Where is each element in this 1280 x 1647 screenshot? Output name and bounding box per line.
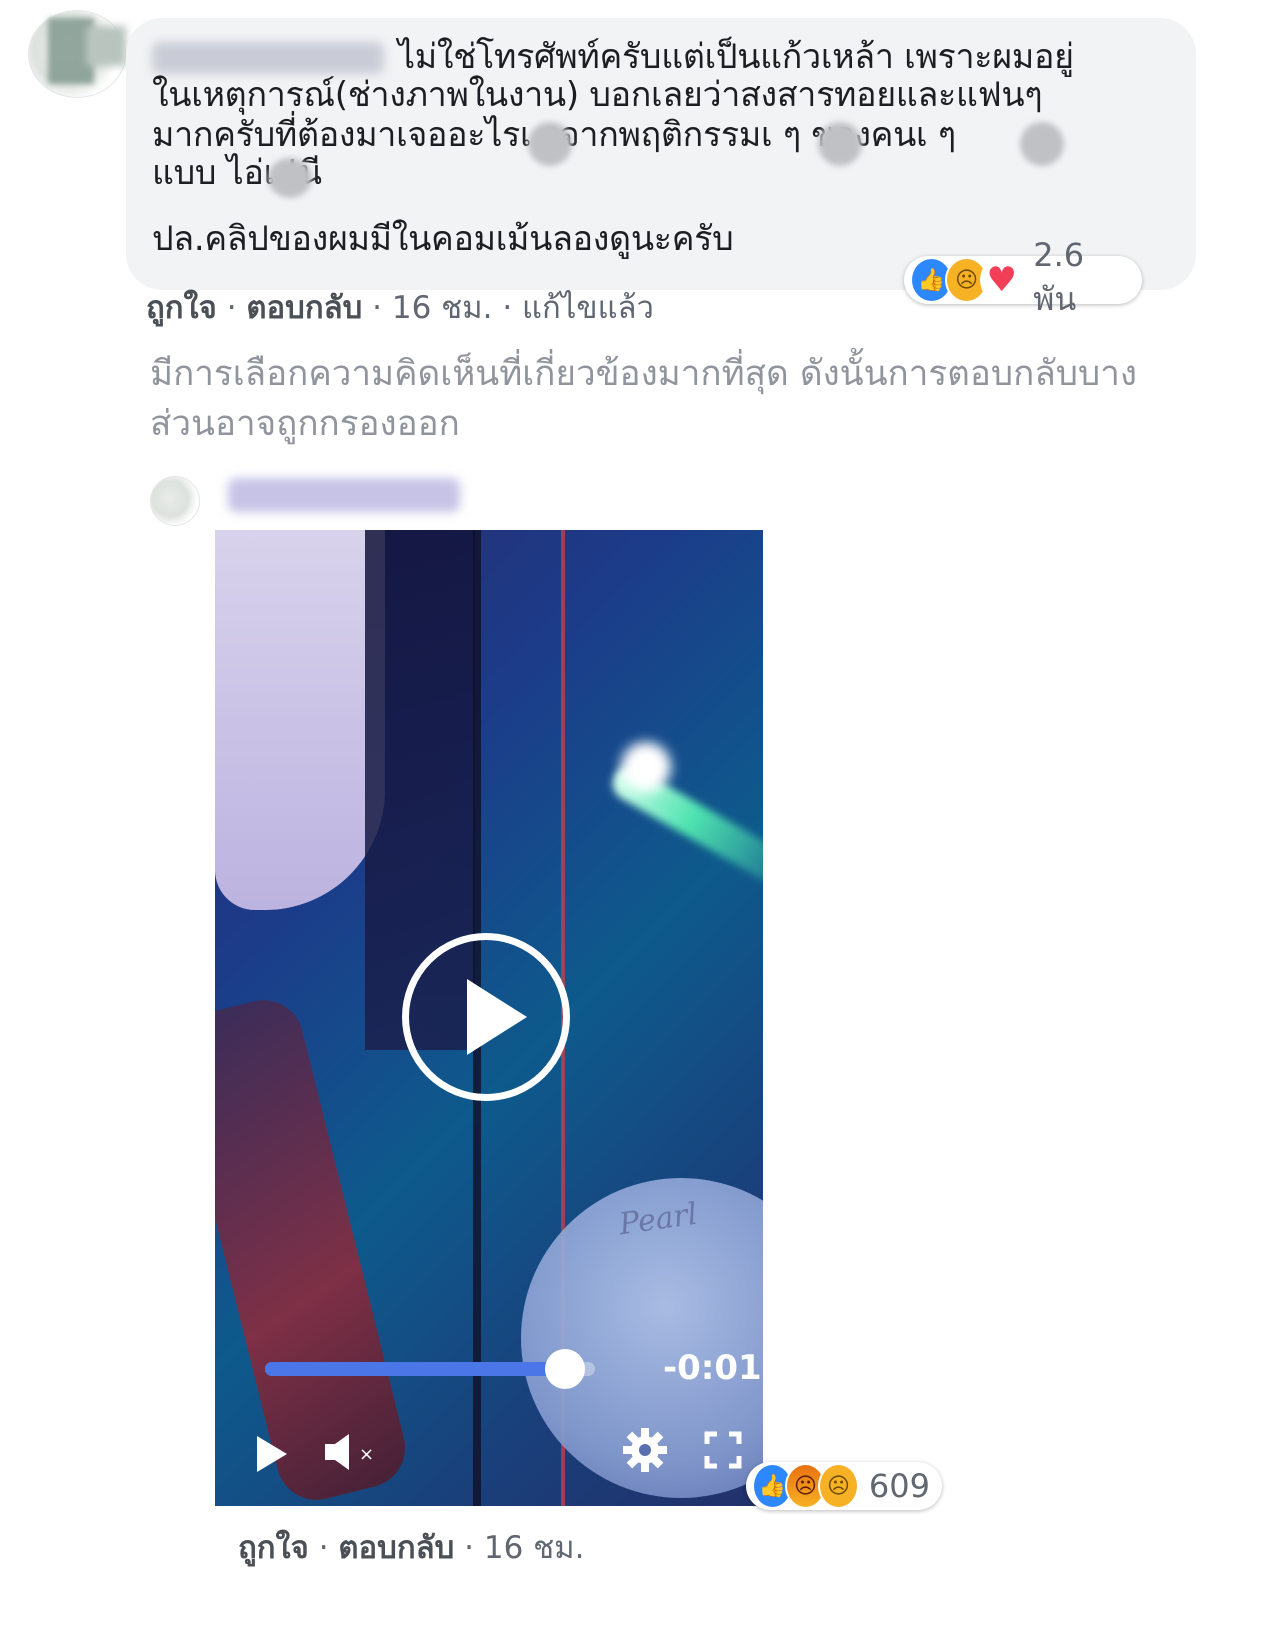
censor-blur <box>528 122 572 166</box>
reply-reactions[interactable]: 👍 ☹ ☹ 609 <box>746 1462 942 1510</box>
comment-reactions[interactable]: 👍 ☹ ♥ 2.6 พัน <box>904 236 1142 318</box>
filter-notice-line-2: ส่วนอาจถูกกรองออก <box>150 404 460 444</box>
video-time-remaining: -0:01 <box>663 1348 762 1388</box>
reply-actions: ถูกใจ · ตอบกลับ · 16 ชม. <box>238 1522 584 1572</box>
settings-gear-icon[interactable] <box>621 1426 669 1474</box>
like-link[interactable]: ถูกใจ <box>146 290 217 326</box>
commenter-name-blurred[interactable] <box>152 42 384 74</box>
reply-timestamp[interactable]: 16 ชม. <box>484 1530 585 1566</box>
video-progress-fill <box>265 1362 566 1376</box>
censor-blur <box>1020 122 1064 166</box>
play-button-large[interactable] <box>402 933 570 1101</box>
reply-link[interactable]: ตอบกลับ <box>246 290 362 326</box>
comment-text-line-1: ไม่ใช่โทรศัพท์ครับแต่เป็นแก้วเหล้า เพราะ… <box>398 37 1074 77</box>
censor-blur <box>818 122 862 166</box>
separator: · <box>492 290 523 326</box>
reply-avatar[interactable] <box>150 476 200 526</box>
reaction-count: 609 <box>868 1467 930 1505</box>
comment-ps: ปล.คลิปของผมมีในคอมเม้นลองดูนะครับ <box>152 219 734 259</box>
play-icon[interactable] <box>257 1436 287 1472</box>
fullscreen-icon[interactable] <box>703 1430 743 1470</box>
comment-timestamp[interactable]: 16 ชม. <box>392 290 493 326</box>
video-scene-guitar <box>215 991 414 1506</box>
volume-muted-icon[interactable]: × <box>323 1430 379 1474</box>
reply-author-blurred[interactable] <box>228 478 460 512</box>
separator: · <box>362 290 392 326</box>
sad-icon: ☹ <box>817 1463 859 1509</box>
video-scene-light <box>621 742 671 792</box>
video-scene-figure <box>215 530 385 910</box>
comment-actions: ถูกใจ · ตอบกลับ · 16 ชม. · แก้ไขแล้ว <box>146 282 654 332</box>
like-link[interactable]: ถูกใจ <box>238 1530 309 1566</box>
censor-blur <box>268 158 312 198</box>
reply-link[interactable]: ตอบกลับ <box>338 1530 454 1566</box>
love-icon: ♥ <box>980 257 1024 303</box>
filter-notice-line-1: มีการเลือกความคิดเห็นที่เกี่ยวข้องมากที่… <box>150 354 1137 394</box>
separator: · <box>308 1530 339 1566</box>
commenter-avatar-blur-2 <box>86 26 126 66</box>
separator: · <box>216 290 247 326</box>
separator: · <box>454 1530 484 1566</box>
video-progress-bar[interactable] <box>265 1349 595 1389</box>
svg-text:×: × <box>359 1444 374 1465</box>
reaction-count: 2.6 พัน <box>1033 235 1085 318</box>
comment-text-line-2: ในเหตุการณ์(ช่างภาพในงาน) บอกเลยว่าสงสาร… <box>152 75 1043 115</box>
edited-label: แก้ไขแล้ว <box>522 290 654 326</box>
video-player[interactable]: Pearl -0:01 × <box>215 530 763 1506</box>
